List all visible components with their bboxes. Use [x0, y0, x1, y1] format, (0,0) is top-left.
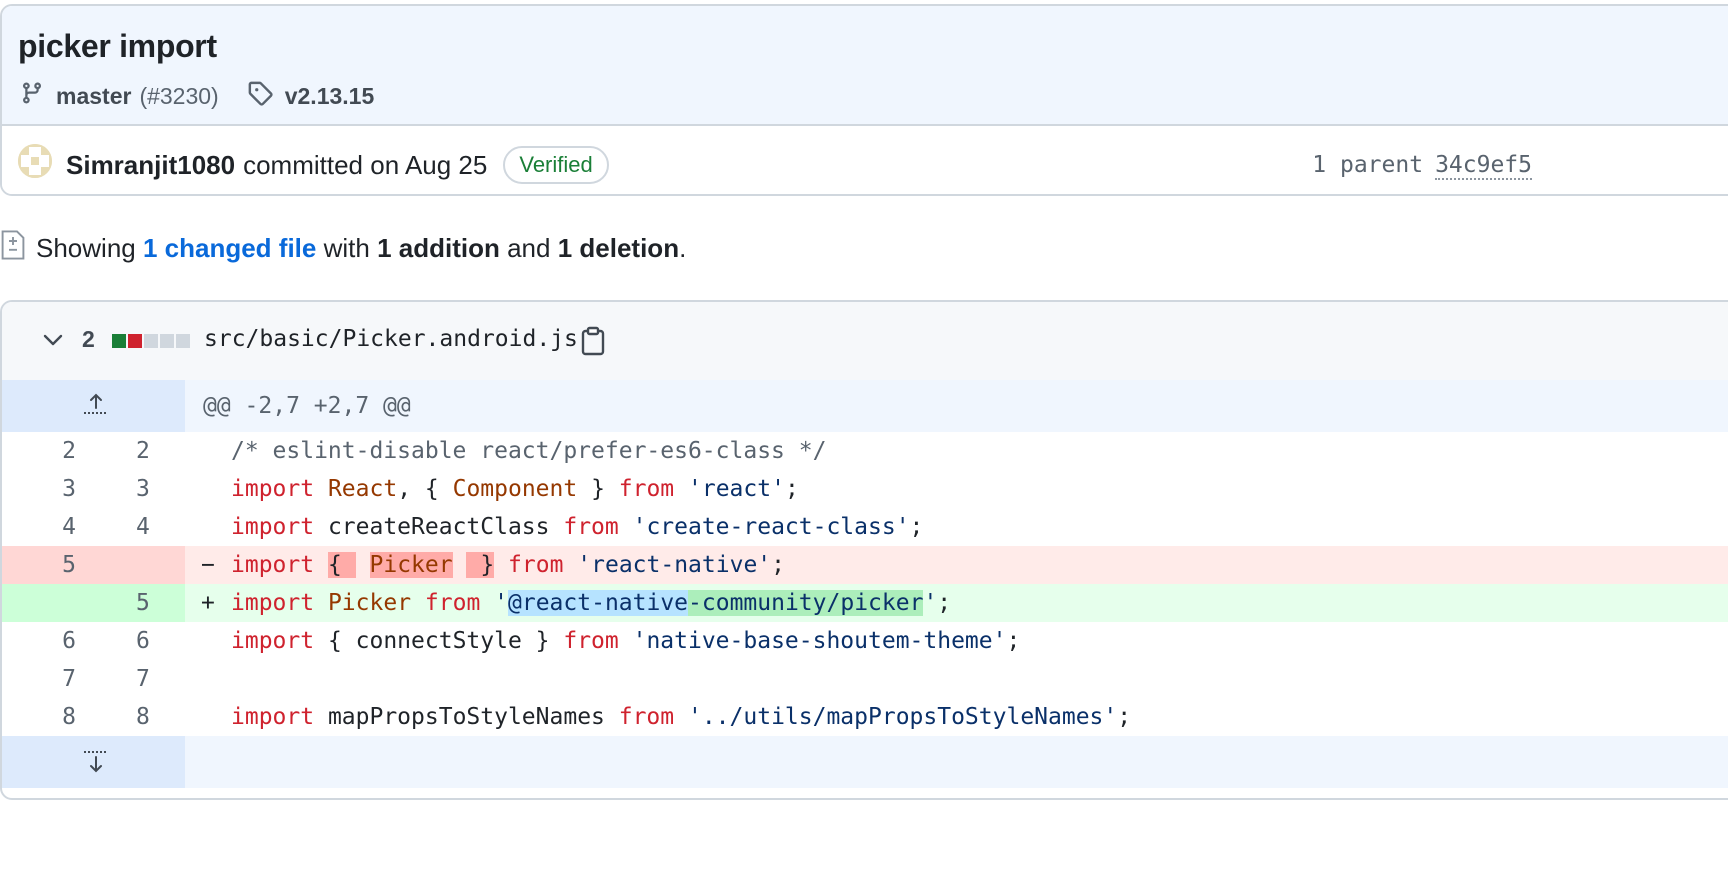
parent-sha-link[interactable]: 34c9ef5: [1435, 152, 1532, 180]
git-branch-icon: [20, 80, 44, 112]
expand-down-button[interactable]: [2, 736, 185, 788]
author-line: Simranjit1080 committed on Aug 25 Verifi…: [66, 146, 609, 184]
old-line-number[interactable]: 4: [2, 508, 136, 546]
code-line: import mapPropsToStyleNames from '../uti…: [231, 704, 1132, 730]
diff-marker: +: [201, 590, 215, 616]
new-line-number[interactable]: 6: [136, 622, 185, 660]
line-number-gutter: 22: [2, 432, 185, 470]
context-line-row: 3 3 import React, { Component } from 'reac…: [2, 470, 1728, 508]
diffstat-square: [160, 334, 174, 348]
change-count: 2: [82, 326, 95, 352]
new-line-number[interactable]: 8: [136, 698, 185, 736]
diffstat: [112, 334, 190, 348]
diffstat-square: [176, 334, 190, 348]
old-line-number[interactable]: 6: [2, 622, 136, 660]
new-line-number[interactable]: 3: [136, 470, 185, 508]
diff-summary: Showing 1 changed file with 1 addition a…: [0, 228, 686, 268]
old-line-number[interactable]: 5: [2, 546, 136, 584]
author-link[interactable]: Simranjit1080: [66, 150, 235, 181]
deletions-count: 1 deletion: [557, 232, 680, 263]
commit-date: committed on Aug 25: [243, 149, 488, 180]
diffstat-square: [144, 334, 158, 348]
context-line-row: 2 2 /* eslint-disable react/prefer-es6-cla…: [2, 432, 1728, 470]
old-line-number[interactable]: [2, 584, 136, 622]
code-line: import createReactClass from 'create-rea…: [231, 514, 924, 540]
code-line: import { connectStyle } from 'native-bas…: [231, 628, 1021, 654]
commit-title-area: picker import master (#3230) v2.13.15: [2, 6, 1728, 126]
file-diff: 2 src/basic/Picker.android.js @@ -2,7 +2…: [0, 300, 1728, 800]
new-line-number[interactable]: 2: [136, 432, 185, 470]
old-line-number[interactable]: 2: [2, 432, 136, 470]
verified-badge[interactable]: Verified: [503, 146, 609, 184]
context-line-row: 8 8 import mapPropsToStyleNames from '../u…: [2, 698, 1728, 736]
diff-marker: −: [201, 552, 215, 578]
hunk-header-row: @@ -2,7 +2,7 @@: [2, 380, 1728, 432]
avatar[interactable]: [18, 144, 52, 178]
chevron-down-icon[interactable]: [42, 332, 64, 353]
diffstat-square: [128, 334, 142, 348]
summary-and: and: [507, 232, 551, 263]
expand-up-button[interactable]: [2, 380, 185, 432]
deleted-line-row: 5 − import { Picker } from 'react-native';: [2, 546, 1728, 584]
new-line-number[interactable]: 7: [136, 660, 185, 698]
commit-header: picker import master (#3230) v2.13.15 Si…: [0, 4, 1728, 196]
context-line-row: 6 6 import { connectStyle } from 'native-b…: [2, 622, 1728, 660]
code-line: /* eslint-disable react/prefer-es6-class…: [231, 438, 827, 464]
summary-prefix: Showing: [36, 232, 136, 263]
changed-files-link[interactable]: 1 changed file: [143, 233, 316, 264]
line-number-gutter: 33: [2, 470, 185, 508]
line-number-gutter: 44: [2, 508, 185, 546]
file-header: 2 src/basic/Picker.android.js: [2, 302, 1728, 382]
new-line-number[interactable]: [136, 546, 185, 584]
line-number-gutter: 66: [2, 622, 185, 660]
line-number-gutter: 77: [2, 660, 185, 698]
old-line-number[interactable]: 3: [2, 470, 136, 508]
summary-with: with: [323, 232, 370, 263]
code-line: − import { Picker } from 'react-native';: [185, 546, 1728, 584]
file-path-link[interactable]: src/basic/Picker.android.js: [204, 326, 578, 352]
new-line-number[interactable]: 4: [136, 508, 185, 546]
hunk-header: @@ -2,7 +2,7 @@: [203, 393, 411, 419]
additions-count: 1 addition: [377, 232, 500, 263]
line-number-gutter: 88: [2, 698, 185, 736]
old-line-number[interactable]: 7: [2, 660, 136, 698]
line-number-gutter: 5: [2, 584, 185, 622]
copy-icon[interactable]: [580, 326, 606, 361]
line-number-gutter: 5: [2, 546, 185, 584]
parent-info: 1 parent 34c9ef5: [1312, 152, 1532, 180]
expand-bottom-row: [2, 736, 1728, 788]
tag-link[interactable]: v2.13.15: [285, 83, 375, 110]
new-line-number[interactable]: 5: [136, 584, 185, 622]
parent-label: 1 parent: [1312, 152, 1424, 178]
file-diff-icon: [0, 229, 26, 268]
context-line-row: 4 4 import createReactClass from 'create-r…: [2, 508, 1728, 546]
pr-number-link[interactable]: (#3230): [139, 83, 218, 110]
diffstat-square: [112, 334, 126, 348]
commit-meta: Simranjit1080 committed on Aug 25 Verifi…: [2, 126, 1728, 194]
added-line-row: 5 + import Picker from '@react-native-comm…: [2, 584, 1728, 622]
branch-link[interactable]: master: [56, 83, 131, 110]
diff-table: @@ -2,7 +2,7 @@ 2 2 /* eslint-disable reac…: [2, 380, 1728, 788]
commit-title: picker import: [18, 28, 217, 64]
old-line-number[interactable]: 8: [2, 698, 136, 736]
commit-refs: master (#3230) v2.13.15: [20, 80, 374, 112]
code-line: import React, { Component } from 'react'…: [231, 476, 799, 502]
summary-suffix: .: [679, 232, 687, 263]
context-line-row: 77: [2, 660, 1728, 698]
tag-icon: [247, 80, 273, 112]
code-line: + import Picker from '@react-native-commu…: [185, 584, 1728, 622]
